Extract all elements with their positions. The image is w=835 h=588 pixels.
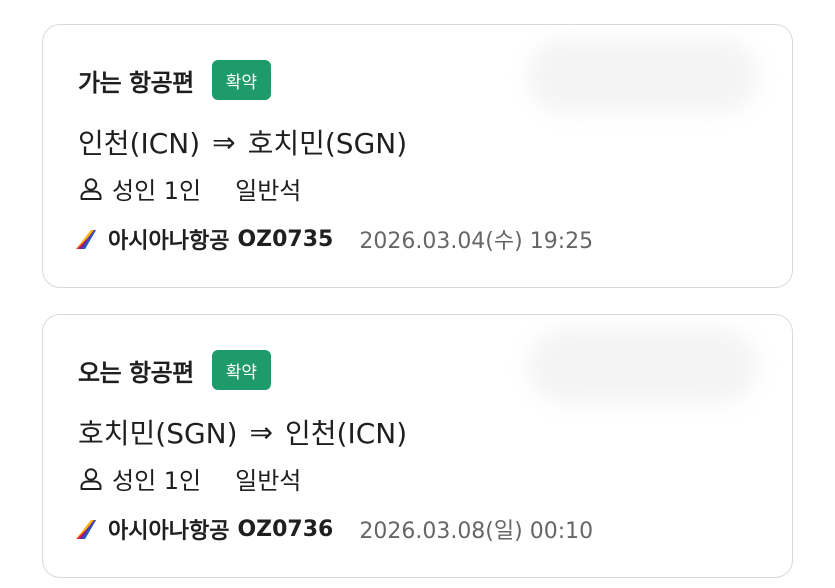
airline-name: 아시아나항공 bbox=[108, 229, 230, 254]
passenger-count: 성인 1인 bbox=[112, 467, 202, 495]
status-badge: 확약 bbox=[211, 350, 272, 390]
card-header: 가는 항공편 확약 bbox=[78, 59, 272, 101]
card-title: 오는 항공편 bbox=[78, 358, 194, 387]
destination: 인천(ICN) bbox=[285, 417, 408, 450]
inbound-flight-card[interactable]: 오는 항공편 확약 호치민(SGN) ⇒ 인천(ICN) 성인 1인 일반석 아… bbox=[42, 314, 793, 578]
flight-number: OZ0735 bbox=[237, 226, 334, 252]
departure-datetime: 2026.03.04(수) 19:25 bbox=[359, 229, 594, 254]
airline-logo-icon bbox=[76, 230, 96, 249]
origin: 인천(ICN) bbox=[78, 127, 201, 160]
passenger-info: 성인 1인 일반석 bbox=[78, 171, 301, 206]
route: 호치민(SGN) ⇒ 인천(ICN) bbox=[78, 412, 407, 452]
airline-name: 아시아나항공 bbox=[108, 519, 230, 544]
cabin-class: 일반석 bbox=[235, 177, 302, 205]
flight-summary-page: 가는 항공편 확약 인천(ICN) ⇒ 호치민(SGN) 성인 1인 일반석 아… bbox=[0, 0, 835, 588]
route: 인천(ICN) ⇒ 호치민(SGN) bbox=[78, 122, 407, 162]
route-arrow-icon: ⇒ bbox=[249, 415, 274, 449]
departure-datetime: 2026.03.08(일) 00:10 bbox=[359, 519, 594, 544]
person-icon bbox=[80, 467, 102, 490]
outbound-flight-card[interactable]: 가는 항공편 확약 인천(ICN) ⇒ 호치민(SGN) 성인 1인 일반석 아… bbox=[42, 24, 793, 288]
passenger-count: 성인 1인 bbox=[112, 177, 202, 205]
origin: 호치민(SGN) bbox=[78, 417, 238, 450]
route-arrow-icon: ⇒ bbox=[212, 125, 236, 159]
blurred-region bbox=[528, 329, 758, 403]
flight-details: 아시아나항공 OZ0736 2026.03.08(일) 00:10 bbox=[76, 513, 593, 545]
status-badge: 확약 bbox=[211, 60, 272, 100]
flight-number: OZ0736 bbox=[237, 516, 334, 542]
person-icon bbox=[80, 177, 102, 200]
flight-details: 아시아나항공 OZ0735 2026.03.04(수) 19:25 bbox=[76, 223, 593, 255]
airline-logo-icon bbox=[76, 520, 96, 539]
card-header: 오는 항공편 확약 bbox=[78, 349, 272, 391]
destination: 호치민(SGN) bbox=[247, 127, 408, 160]
cabin-class: 일반석 bbox=[235, 467, 302, 495]
card-title: 가는 항공편 bbox=[78, 68, 194, 97]
passenger-info: 성인 1인 일반석 bbox=[78, 461, 301, 496]
blurred-region bbox=[528, 39, 758, 113]
